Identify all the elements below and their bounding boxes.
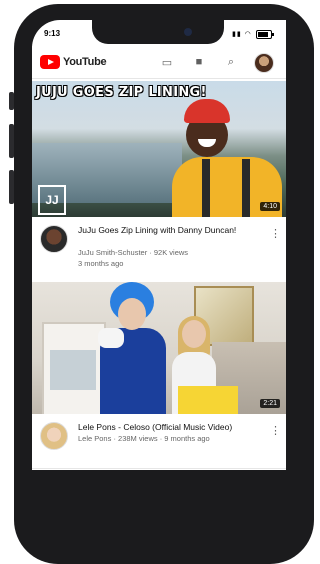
channel-avatar[interactable]: [40, 225, 68, 253]
video-thumbnail[interactable]: 2:21: [32, 282, 286, 414]
video-meta: Lele Pons - Celoso (Official Music Video…: [32, 414, 286, 470]
video-title[interactable]: Lele Pons - Celoso (Official Music Video…: [78, 422, 268, 433]
volume-down-button: [9, 170, 14, 204]
youtube-logo[interactable]: YouTube: [40, 55, 107, 69]
thumbnail-person: [172, 99, 282, 217]
account-avatar[interactable]: [254, 53, 274, 73]
app-bar: YouTube ▭ ■ ⌕: [32, 46, 286, 79]
video-age: 3 months ago: [78, 259, 124, 268]
video-channel-views: Lele Pons · 238M views · 9 months ago: [78, 434, 210, 443]
channel-avatar[interactable]: [40, 422, 68, 450]
video-duration: 4:10: [260, 202, 280, 211]
youtube-play-icon: [40, 55, 60, 69]
volume-up-button: [9, 124, 14, 158]
camera-icon[interactable]: ■: [190, 53, 208, 71]
notch: [92, 20, 224, 44]
battery-icon: [256, 30, 274, 39]
mute-switch: [9, 92, 14, 110]
cast-icon[interactable]: ▭: [158, 53, 176, 71]
thumbnail-caption: JUJU GOES ZIP LINING!: [36, 85, 207, 100]
more-options-icon[interactable]: ⋮: [270, 424, 281, 437]
video-channel-views: JuJu Smith-Schuster · 92K views: [78, 248, 189, 257]
thumbnail-door: [42, 322, 106, 414]
video-meta: JuJu Goes Zip Lining with Danny Duncan! …: [32, 217, 286, 275]
video-duration: 2:21: [260, 399, 280, 408]
logo-text: YouTube: [63, 56, 107, 68]
signal-icon: ▮▮ ◠: [232, 31, 252, 38]
front-camera: [184, 28, 192, 36]
search-icon[interactable]: ⌕: [222, 53, 240, 71]
phone-screen: 9:13 ▮▮ ◠ YouTube ▭ ■ ⌕ JUJU GOES ZIP LI…: [32, 20, 286, 470]
video-title[interactable]: JuJu Goes Zip Lining with Danny Duncan!: [78, 225, 268, 236]
channel-watermark: JJ: [38, 185, 66, 215]
video-thumbnail[interactable]: JUJU GOES ZIP LINING! JJ 4:10: [32, 81, 286, 217]
more-options-icon[interactable]: ⋮: [270, 227, 281, 240]
status-time: 9:13: [44, 29, 61, 38]
